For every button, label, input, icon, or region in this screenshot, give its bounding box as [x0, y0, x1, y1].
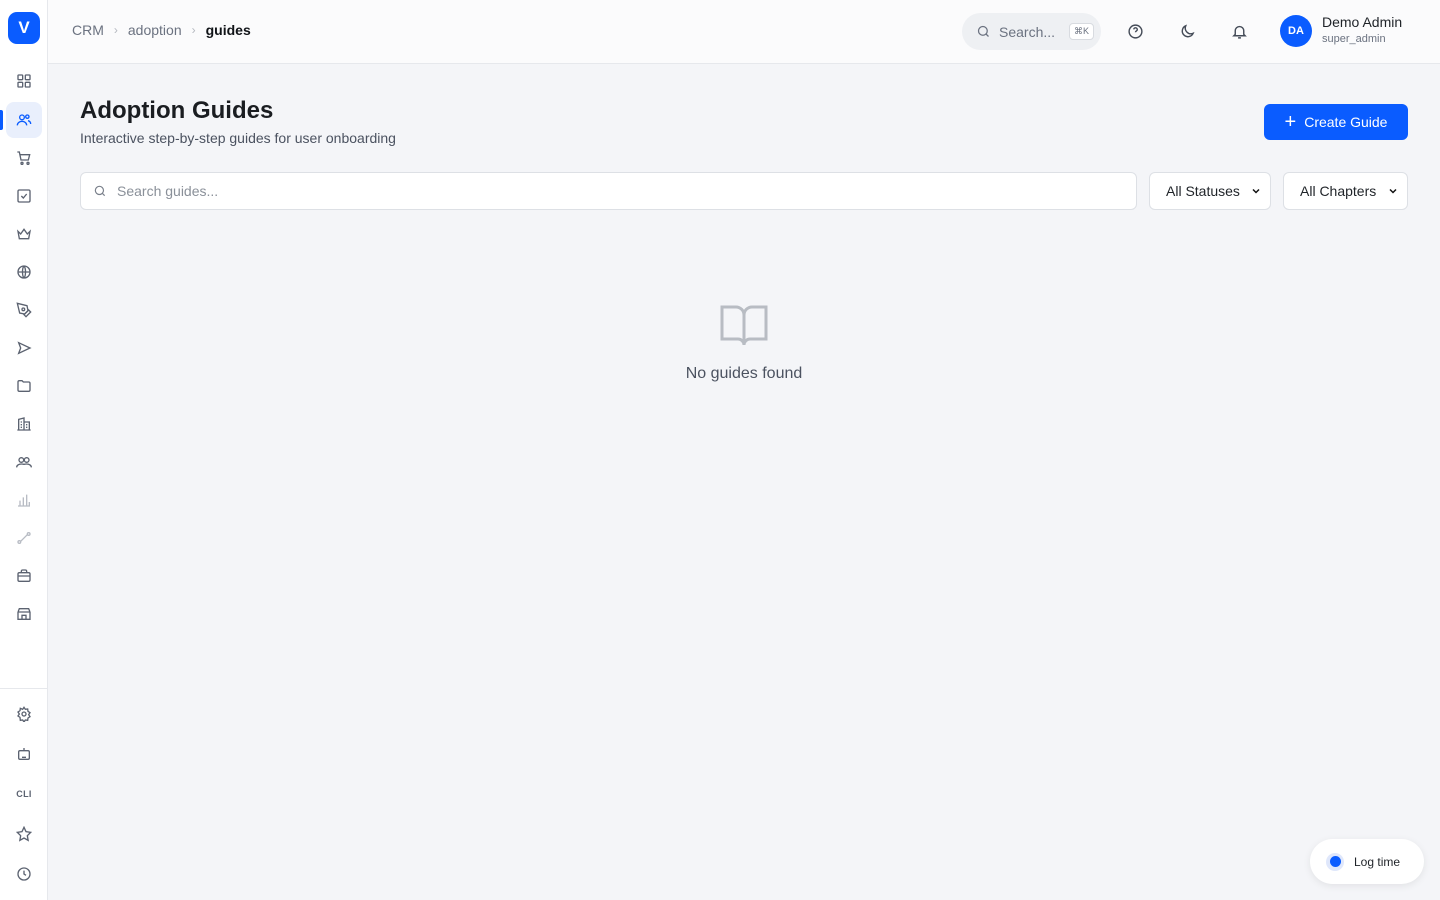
breadcrumb-crm[interactable]: CRM: [72, 22, 104, 38]
building-icon: [17, 417, 31, 431]
sidebar-item-dashboard[interactable]: [6, 63, 42, 99]
send-icon: [17, 341, 32, 355]
plus-icon: +: [1284, 111, 1297, 133]
status-filter-value: All Statuses: [1166, 183, 1240, 199]
status-filter-select[interactable]: All Statuses: [1149, 172, 1271, 210]
breadcrumb-guides: guides: [205, 22, 251, 38]
topbar: CRM › adoption › guides Search... ⌘K DA …: [48, 0, 1440, 64]
sidebar-item-tasks[interactable]: [6, 178, 42, 214]
sidebar-item-history[interactable]: [6, 856, 42, 892]
bar-chart-icon: [18, 494, 30, 507]
clock-icon: [17, 867, 31, 881]
user-name: Demo Admin: [1322, 14, 1403, 30]
briefcase-icon: [17, 569, 31, 582]
help-button[interactable]: [1124, 20, 1146, 42]
route-icon: [17, 532, 31, 544]
avatar: DA: [1280, 14, 1312, 47]
moon-icon: [1181, 23, 1195, 37]
global-search-button[interactable]: Search... ⌘K: [962, 13, 1101, 50]
theme-toggle-button[interactable]: [1176, 20, 1198, 42]
pen-tool-icon: [16, 302, 32, 318]
empty-state-text: No guides found: [685, 365, 803, 382]
team-icon: [16, 457, 32, 468]
chevron-right-icon: ›: [191, 23, 196, 37]
timer-icon: [1326, 852, 1344, 871]
bot-icon: [18, 748, 30, 760]
chevron-down-icon: [1389, 188, 1397, 194]
sidebar-item-commerce[interactable]: [6, 140, 42, 176]
log-time-label: Log time: [1354, 854, 1401, 869]
page-subtitle: Interactive step-by-step guides for user…: [80, 130, 396, 146]
chevron-right-icon: ›: [113, 23, 118, 37]
sidebar-item-campaigns[interactable]: [6, 330, 42, 366]
sidebar-item-teams[interactable]: [6, 444, 42, 480]
sidebar-item-web[interactable]: [6, 254, 42, 290]
cli-icon: CLI: [16, 789, 32, 799]
sidebar-item-crm[interactable]: [0, 102, 42, 138]
chapter-filter-value: All Chapters: [1300, 183, 1377, 199]
sidebar-item-favorites[interactable]: [6, 816, 42, 852]
notifications-button[interactable]: [1228, 20, 1250, 42]
sidebar-item-jobs[interactable]: [6, 558, 42, 594]
create-guide-label: Create Guide: [1304, 114, 1388, 130]
store-icon: [17, 608, 31, 620]
crown-icon: [16, 228, 32, 240]
page-title: Adoption Guides: [80, 97, 274, 124]
sidebar-item-routes[interactable]: [6, 520, 42, 556]
sidebar: V CLI: [0, 0, 48, 900]
checkbox-icon: [17, 189, 31, 203]
user-role: super_admin: [1322, 33, 1386, 45]
star-icon: [16, 826, 32, 842]
breadcrumb: CRM › adoption › guides: [72, 22, 251, 38]
users-icon: [16, 114, 32, 126]
search-input[interactable]: [117, 183, 1097, 199]
chevron-down-icon: [1252, 188, 1260, 194]
sidebar-item-companies[interactable]: [6, 406, 42, 442]
sidebar-item-settings[interactable]: [6, 696, 42, 732]
cart-icon: [17, 151, 31, 165]
user-menu[interactable]: DA Demo Admin super_admin: [1280, 14, 1402, 47]
grid-icon: [17, 74, 31, 88]
chapter-filter-select[interactable]: All Chapters: [1283, 172, 1408, 210]
settings-icon: [17, 706, 31, 722]
create-guide-button[interactable]: + Create Guide: [1264, 104, 1408, 140]
sidebar-item-cli[interactable]: CLI: [6, 776, 42, 812]
breadcrumb-adoption[interactable]: adoption: [128, 22, 182, 38]
sidebar-item-ai-agent[interactable]: [6, 736, 42, 772]
book-open-icon: [720, 305, 768, 346]
bell-icon: [1231, 25, 1247, 39]
sidebar-item-store[interactable]: [6, 596, 42, 632]
app-logo[interactable]: V: [8, 12, 40, 44]
search-icon: [94, 185, 106, 197]
search-icon: [977, 25, 989, 37]
sidebar-item-loyalty[interactable]: [6, 216, 42, 252]
global-search-label: Search...: [999, 23, 1056, 40]
guide-search-box: [80, 172, 1137, 210]
sidebar-divider: [0, 688, 48, 689]
log-time-button[interactable]: Log time: [1310, 839, 1424, 884]
sidebar-item-reports[interactable]: [6, 482, 42, 518]
shortcut-badge: ⌘K: [1069, 23, 1095, 40]
globe-icon: [17, 265, 31, 279]
help-circle-icon: [1127, 23, 1143, 39]
user-info: Demo Admin super_admin: [1322, 14, 1402, 47]
sidebar-item-design[interactable]: [6, 292, 42, 328]
